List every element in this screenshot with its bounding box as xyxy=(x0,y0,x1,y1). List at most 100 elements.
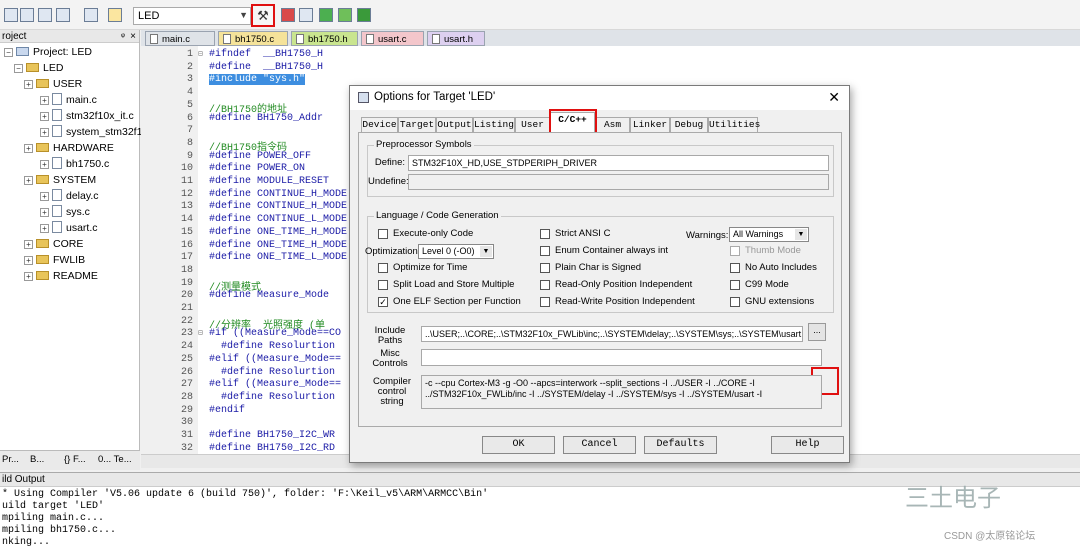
undefine-label: Undefine: xyxy=(368,176,409,187)
expand-toggle-icon[interactable]: + xyxy=(40,128,49,137)
code-line: #define CONTINUE_H_MODE xyxy=(209,201,348,213)
tree-project-root[interactable]: − Project: LED xyxy=(4,44,92,60)
tab-functions[interactable]: {} F... xyxy=(64,454,86,465)
include-paths-input[interactable]: ..\USER;..\CORE;..\STM32F10x_FWLib\inc;.… xyxy=(421,326,803,342)
defaults-button[interactable]: Defaults xyxy=(644,436,717,454)
tree-item-label: main.c xyxy=(66,94,97,106)
checkbox-label: Optimize for Time xyxy=(393,262,468,273)
tab-utilities[interactable]: Utilities xyxy=(708,117,760,132)
checkbox[interactable] xyxy=(540,229,550,239)
define-input[interactable]: STM32F10X_HD,USE_STDPERIPH_DRIVER xyxy=(408,155,829,171)
file-icon xyxy=(52,93,62,105)
tab-device[interactable]: Device xyxy=(361,117,398,132)
ok-button[interactable]: OK xyxy=(482,436,555,454)
pin-icon[interactable]: ᵠ xyxy=(121,30,125,43)
checkbox[interactable] xyxy=(730,246,740,256)
file-tab[interactable]: main.c xyxy=(145,31,215,46)
browse-include-paths-button[interactable]: ... xyxy=(808,323,826,341)
file-tab[interactable]: bh1750.h xyxy=(291,31,358,46)
tab-output[interactable]: Output xyxy=(436,117,473,132)
expand-toggle-icon[interactable]: + xyxy=(40,112,49,121)
checkbox[interactable] xyxy=(540,246,550,256)
checkbox[interactable] xyxy=(540,263,550,273)
tree-folder[interactable]: + README xyxy=(24,268,98,284)
tree-file[interactable]: + usart.c xyxy=(40,220,98,236)
expand-toggle-icon[interactable]: + xyxy=(24,176,33,185)
tree-project-root-label: Project: LED xyxy=(33,46,92,58)
target-select[interactable]: LED ▼ xyxy=(133,7,251,25)
tab-asm[interactable]: Asm xyxy=(595,117,630,132)
tree-target-led[interactable]: − LED xyxy=(14,60,63,76)
tree-folder[interactable]: + HARDWARE xyxy=(24,140,114,156)
file-icon xyxy=(52,109,62,121)
close-icon[interactable]: × xyxy=(130,30,136,43)
checkbox[interactable] xyxy=(540,297,550,307)
compiler-control-string[interactable]: -c --cpu Cortex-M3 -g -O0 --apcs=interwo… xyxy=(421,375,822,409)
tree-file[interactable]: + main.c xyxy=(40,92,97,108)
save-icon[interactable] xyxy=(20,8,34,22)
pack-installer-icon[interactable] xyxy=(338,8,352,22)
manage-components-icon[interactable] xyxy=(281,8,295,22)
tree-file[interactable]: + delay.c xyxy=(40,188,99,204)
tab-linker[interactable]: Linker xyxy=(630,117,670,132)
tree-file[interactable]: + bh1750.c xyxy=(40,156,109,172)
fold-toggle-icon[interactable]: ⊟ xyxy=(198,49,203,59)
undefine-input[interactable] xyxy=(408,174,829,190)
tree-folder[interactable]: + SYSTEM xyxy=(24,172,96,188)
tree-file[interactable]: + sys.c xyxy=(40,204,90,220)
tree-folder[interactable]: + USER xyxy=(24,76,82,92)
file-tab[interactable]: bh1750.c xyxy=(218,31,288,46)
tab-user[interactable]: User xyxy=(515,117,550,132)
dialog-close-icon[interactable]: ✕ xyxy=(828,89,840,106)
select-packs-icon[interactable] xyxy=(319,8,333,22)
expand-toggle-icon[interactable]: + xyxy=(40,192,49,201)
expand-toggle-icon[interactable]: + xyxy=(40,96,49,105)
expand-toggle-icon[interactable]: + xyxy=(24,80,33,89)
expand-toggle-icon[interactable]: + xyxy=(24,256,33,265)
checkbox[interactable] xyxy=(378,280,388,290)
ide-window: LED ▼ ⚒ roject ᵠ × − Project: LED − LED + USER… xyxy=(0,0,1080,548)
cancel-button[interactable]: Cancel xyxy=(563,436,636,454)
rebuild-icon[interactable] xyxy=(56,8,70,22)
tab-books[interactable]: B... xyxy=(30,454,44,465)
tab-project[interactable]: Pr... xyxy=(2,454,19,465)
tab-listing[interactable]: Listing xyxy=(473,117,515,132)
tree-file[interactable]: + system_stm32f1 xyxy=(40,124,142,140)
build-icon[interactable] xyxy=(38,8,52,22)
file-tab[interactable]: usart.h xyxy=(427,31,485,46)
define-label: Define: xyxy=(374,157,405,168)
stop-build-icon[interactable] xyxy=(84,8,98,22)
tab-target[interactable]: Target xyxy=(398,117,436,132)
checkbox[interactable]: ✓ xyxy=(378,297,388,307)
tab-debug[interactable]: Debug xyxy=(670,117,708,132)
expand-toggle-icon[interactable]: + xyxy=(24,144,33,153)
checkbox[interactable] xyxy=(730,263,740,273)
code-line: #if ((Measure_Mode==CO xyxy=(209,328,342,340)
checkbox[interactable] xyxy=(730,297,740,307)
checkbox[interactable] xyxy=(378,229,388,239)
expand-toggle-icon[interactable]: + xyxy=(40,208,49,217)
tree-folder[interactable]: + CORE xyxy=(24,236,83,252)
checkbox[interactable] xyxy=(378,263,388,273)
expand-toggle-icon[interactable]: + xyxy=(40,160,49,169)
new-file-icon[interactable] xyxy=(4,8,18,22)
optimization-select[interactable]: Level 0 (-O0) ▼ xyxy=(418,244,494,259)
warnings-select[interactable]: All Warnings ▼ xyxy=(729,227,809,242)
tree-folder[interactable]: + FWLIB xyxy=(24,252,85,268)
file-extensions-icon[interactable] xyxy=(299,8,313,22)
file-tab[interactable]: usart.c xyxy=(361,31,424,46)
misc-controls-input[interactable] xyxy=(421,349,822,366)
line-number: 28 xyxy=(180,391,193,403)
help-button[interactable]: Help xyxy=(771,436,844,454)
checkbox[interactable] xyxy=(540,280,550,290)
fold-toggle-icon[interactable]: ⊟ xyxy=(198,328,203,338)
download-icon[interactable] xyxy=(108,8,122,22)
run-time-environment-icon[interactable] xyxy=(357,8,371,22)
options-for-target-button[interactable]: ⚒ xyxy=(251,4,275,27)
tab-templates[interactable]: 0... Te... xyxy=(98,454,132,465)
expand-toggle-icon[interactable]: + xyxy=(24,240,33,249)
expand-toggle-icon[interactable]: + xyxy=(24,272,33,281)
tree-file[interactable]: + stm32f10x_it.c xyxy=(40,108,134,124)
checkbox[interactable] xyxy=(730,280,740,290)
expand-toggle-icon[interactable]: + xyxy=(40,224,49,233)
